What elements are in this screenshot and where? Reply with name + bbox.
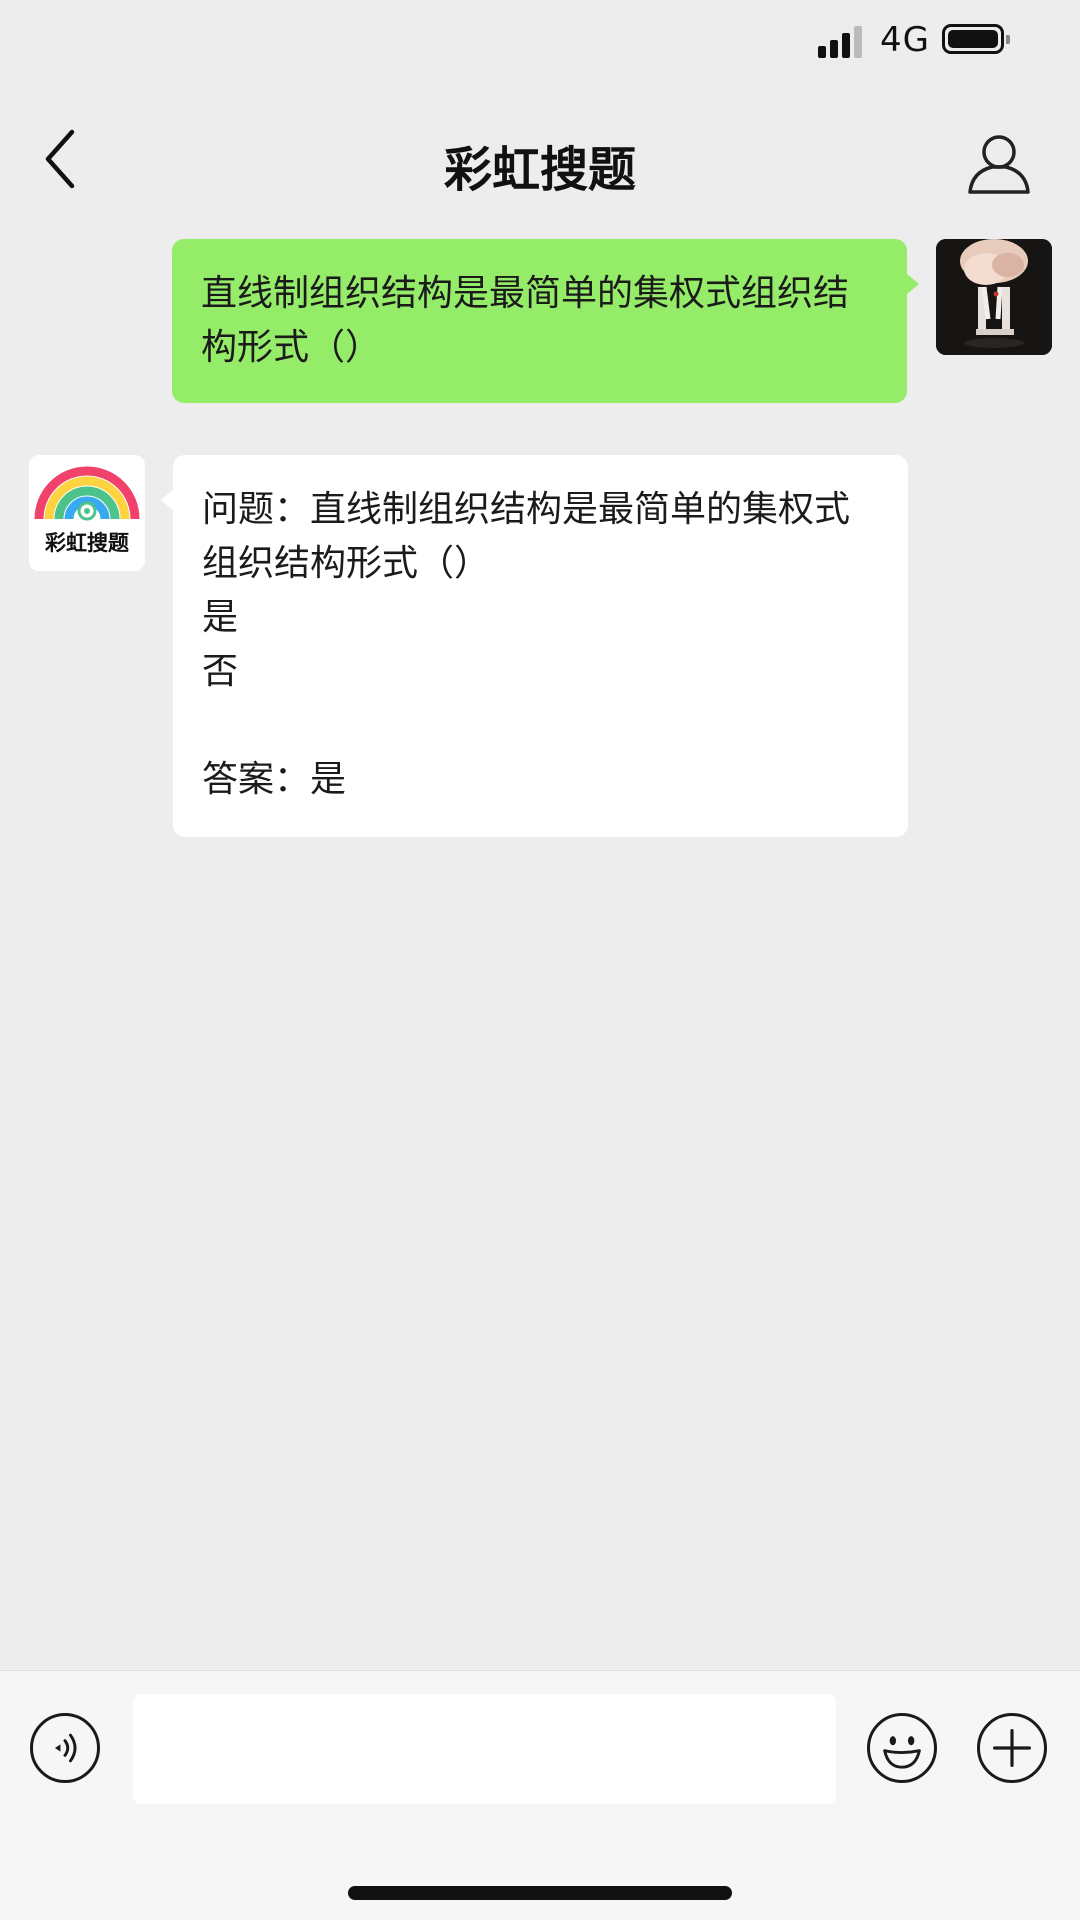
message-line: 直线制组织结构是最简单的集权式组织结 (201, 273, 850, 314)
message-line: 问题：直线制组织结构是最简单的集权式 (202, 489, 851, 530)
chat-area[interactable]: 直线制组织结构是最简单的集权式组织结 构形式（） 彩虹搜题 问题：直线制组织结构… (0, 230, 1080, 1670)
chat-info-button[interactable] (964, 130, 1034, 200)
bot-avatar-label: 彩虹搜题 (45, 531, 129, 555)
battery-icon (942, 24, 1010, 54)
rainbow-logo-icon (34, 466, 140, 521)
message-line-blank (202, 699, 884, 753)
page-title: 彩虹搜题 (443, 142, 636, 198)
received-message-bubble[interactable]: 问题：直线制组织结构是最简单的集权式 组织结构形式（） 是 否 答案：是 (161, 455, 908, 837)
nav-bar: 彩虹搜题 (0, 90, 1080, 230)
message-line: 答案：是 (202, 759, 347, 800)
user-avatar[interactable] (936, 239, 1052, 355)
voice-button[interactable] (30, 1713, 100, 1783)
signal-icon (818, 24, 868, 58)
sent-message-bubble[interactable]: 直线制组织结构是最简单的集权式组织结 构形式（） (172, 239, 919, 403)
home-indicator[interactable] (348, 1886, 732, 1900)
message-input[interactable] (133, 1694, 836, 1804)
smile-icon (883, 1736, 921, 1769)
person-icon (968, 135, 1030, 194)
more-button[interactable] (977, 1713, 1047, 1783)
emoji-button[interactable] (867, 1713, 937, 1783)
user-avatar-photo (936, 239, 1052, 355)
plus-icon (993, 1729, 1031, 1767)
message-line: 否 (202, 651, 239, 692)
status-bar: 4G (0, 0, 1080, 90)
voice-icon (54, 1733, 77, 1763)
network-label: 4G (880, 20, 930, 60)
message-line: 是 (202, 597, 239, 638)
message-line: 组织结构形式（） (202, 543, 491, 584)
message-line: 构形式（） (201, 327, 382, 368)
bot-avatar[interactable]: 彩虹搜题 (29, 455, 145, 571)
input-bar (0, 1670, 1080, 1920)
